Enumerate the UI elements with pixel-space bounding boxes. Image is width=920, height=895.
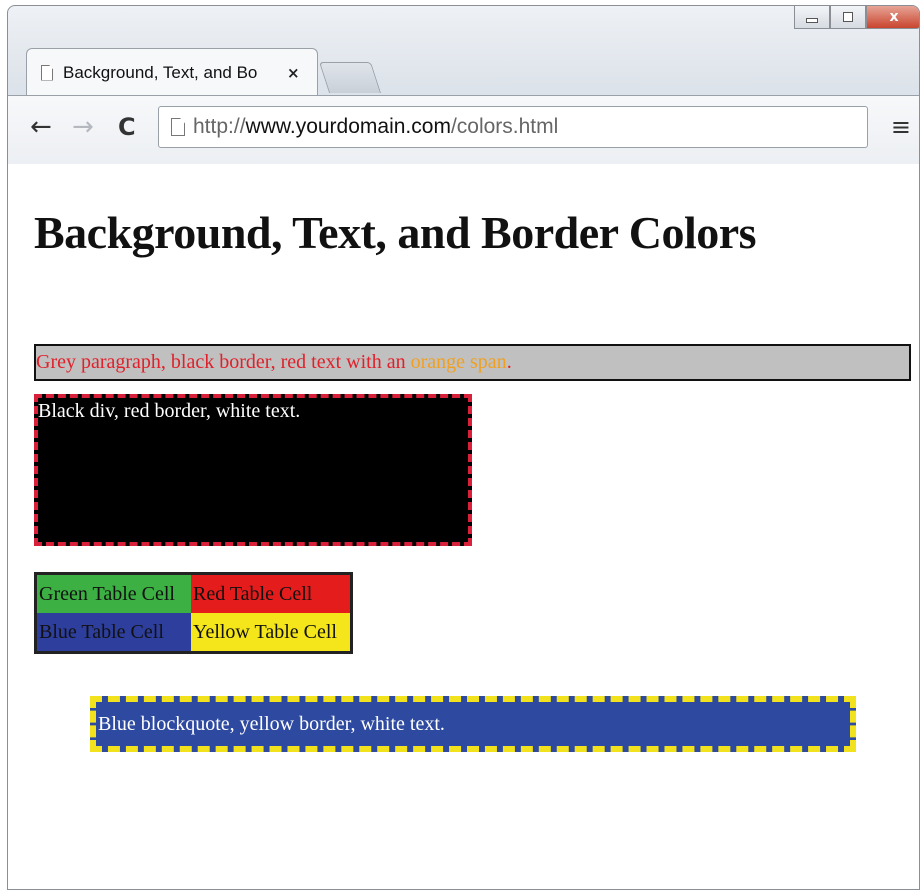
browser-window: x Background, Text, and Bo × ← → C http:…: [7, 5, 920, 890]
url-host: www.yourdomain.com: [245, 115, 451, 138]
grey-paragraph-end: .: [506, 351, 512, 373]
window-close-button[interactable]: x: [866, 6, 919, 29]
blue-blockquote: Blue blockquote, yellow border, white te…: [90, 696, 856, 752]
table-row: Blue Table Cell Yellow Table Cell: [37, 613, 350, 651]
back-arrow-icon[interactable]: ←: [30, 112, 52, 142]
hamburger-menu-icon[interactable]: ≡: [891, 114, 911, 140]
yellow-table-cell: Yellow Table Cell: [191, 613, 350, 651]
window-controls: x: [794, 6, 919, 29]
maximize-button[interactable]: [830, 6, 866, 29]
tab-close-icon[interactable]: ×: [287, 64, 300, 82]
minimize-icon: [806, 18, 818, 23]
orange-span: orange span: [410, 351, 507, 373]
red-table-cell: Red Table Cell: [191, 575, 350, 613]
reload-icon[interactable]: C: [118, 112, 136, 142]
grey-paragraph-text: Grey paragraph, black border, red text w…: [36, 351, 411, 373]
black-div: Black div, red border, white text.: [34, 394, 472, 546]
browser-tab-active[interactable]: Background, Text, and Bo ×: [26, 48, 318, 96]
green-table-cell: Green Table Cell: [37, 575, 191, 613]
page-icon: [41, 64, 53, 81]
new-tab-button[interactable]: [318, 62, 382, 93]
grey-paragraph: Grey paragraph, black border, red text w…: [34, 344, 911, 381]
url-scheme: http://: [193, 115, 246, 138]
color-table: Green Table Cell Red Table Cell Blue Tab…: [34, 572, 353, 654]
url-text: http://www.yourdomain.com/colors.html: [193, 115, 558, 139]
address-bar[interactable]: http://www.yourdomain.com/colors.html: [158, 106, 868, 148]
minimize-button[interactable]: [794, 6, 830, 29]
browser-toolbar: ← → C http://www.yourdomain.com/colors.h…: [8, 95, 919, 165]
forward-arrow-icon[interactable]: →: [72, 112, 94, 142]
page-heading: Background, Text, and Border Colors: [34, 207, 757, 258]
page-icon: [171, 118, 185, 136]
maximize-icon: [843, 11, 853, 22]
tab-title: Background, Text, and Bo: [63, 62, 258, 82]
blue-table-cell: Blue Table Cell: [37, 613, 191, 651]
page-content: Background, Text, and Border Colors Grey…: [8, 164, 919, 889]
table-row: Green Table Cell Red Table Cell: [37, 575, 350, 613]
url-path: /colors.html: [450, 115, 559, 138]
